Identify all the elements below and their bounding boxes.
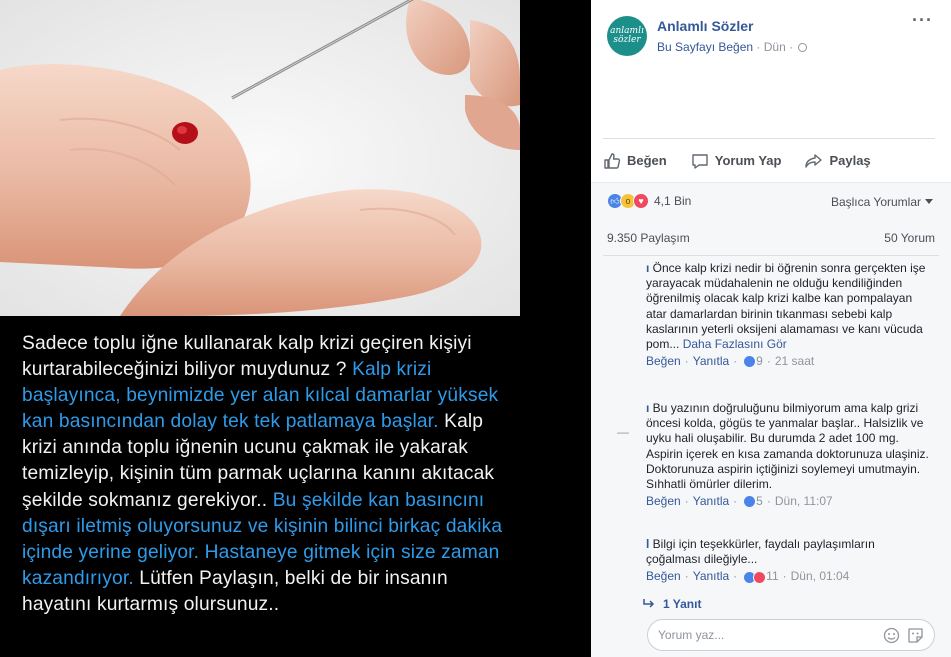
comment-reaction-count: 5 xyxy=(756,494,763,509)
page-name-link[interactable]: Anlamlı Sözler xyxy=(657,18,753,34)
comment-reply-link[interactable]: Yanıtla xyxy=(693,354,729,369)
comment-reaction-count: 11 xyxy=(766,569,779,584)
like-label: Beğen xyxy=(627,153,667,168)
view-replies-link[interactable]: 1 Yanıt xyxy=(643,597,701,611)
like-page-link[interactable]: Bu Sayfayı Beğen xyxy=(657,40,753,54)
globe-icon xyxy=(798,43,808,52)
comment-text: Bu yazının doğruluğunu bilmiyorum ama ka… xyxy=(646,401,929,492)
love-reaction-icon: ♥ xyxy=(633,193,649,209)
meta-separator: · xyxy=(756,40,764,54)
comment-text: Bilgi için teşekkürler, faydalı paylaşım… xyxy=(646,537,875,567)
thumbs-up-icon xyxy=(604,152,621,169)
comment-like-link[interactable]: Beğen xyxy=(646,569,681,584)
avatar-logo-line-2: sözler xyxy=(613,35,641,45)
comment-count-link[interactable]: 50 Yorum xyxy=(884,231,935,245)
share-button[interactable]: Paylaş xyxy=(805,152,871,170)
meta-separator: · xyxy=(684,354,689,369)
comment-time[interactable]: 21 saat xyxy=(775,354,814,369)
comment-meta: Beğen · Yanıtla · 5 · Dün, 11:07 xyxy=(646,494,931,509)
meta-separator: · xyxy=(766,354,771,369)
meta-separator: · xyxy=(733,569,738,584)
post-side-panel: anlamlı sözler Anlamlı Sözler Bu Sayfayı… xyxy=(591,0,951,657)
post-meta: Bu Sayfayı Beğen · Dün · xyxy=(657,40,808,54)
finger-needle-image xyxy=(0,0,520,316)
meta-separator: · xyxy=(684,569,689,584)
comment-item: l Bilgi için teşekkürler, faydalı paylaş… xyxy=(646,537,931,585)
share-count-link[interactable]: 9.350 Paylaşım xyxy=(607,231,690,245)
sticker-icon[interactable] xyxy=(907,627,924,644)
comment-body: ı Bu yazının doğruluğunu bilmiyorum ama … xyxy=(646,401,931,492)
comment-reactions[interactable] xyxy=(743,570,767,584)
comment-time[interactable]: Dün, 11:07 xyxy=(775,494,833,509)
replies-label: 1 Yanıt xyxy=(663,597,702,611)
like-reaction-icon xyxy=(743,355,757,369)
comment-body: l Bilgi için teşekkürler, faydalı paylaş… xyxy=(646,537,931,567)
comment-like-link[interactable]: Beğen xyxy=(646,494,681,509)
meta-separator: · xyxy=(684,494,689,509)
comment-reactions[interactable] xyxy=(743,495,757,509)
comment-sort-dropdown[interactable]: Başlıca Yorumlar xyxy=(831,195,933,209)
sort-label: Başlıca Yorumlar xyxy=(830,195,921,209)
reaction-count: 4,1 Bin xyxy=(654,194,692,208)
chevron-down-icon xyxy=(925,199,933,204)
comment-label: Yorum Yap xyxy=(714,153,782,168)
love-reaction-icon xyxy=(753,570,767,584)
reply-arrow-icon xyxy=(643,599,655,608)
comment-input[interactable] xyxy=(658,628,858,642)
comment-item: ı Önce kalp krizi nedir bi öğrenin sonra… xyxy=(646,261,931,369)
comment-item: ı Bu yazının doğruluğunu bilmiyorum ama … xyxy=(646,401,931,509)
comment-reactions[interactable] xyxy=(743,355,757,369)
comment-collapse-icon[interactable]: — xyxy=(617,425,629,439)
reaction-summary[interactable]: 👍︎ o ♥ 4,1 Bin xyxy=(607,193,691,209)
meta-separator: · xyxy=(766,494,771,509)
like-reaction-icon xyxy=(743,495,757,509)
comment-button[interactable]: Yorum Yap xyxy=(691,152,782,170)
post-timestamp[interactable]: Dün xyxy=(764,40,786,54)
comment-icon xyxy=(692,153,708,169)
comment-composer xyxy=(647,619,935,651)
comment-reaction-count: 9 xyxy=(756,354,763,369)
comment-meta: Beğen · Yanıtla · 9 · 21 saat xyxy=(646,354,931,369)
page-avatar[interactable]: anlamlı sözler xyxy=(607,16,647,56)
emoji-icon[interactable] xyxy=(883,627,900,644)
like-button[interactable]: Beğen xyxy=(603,152,667,170)
comment-body: ı Önce kalp krizi nedir bi öğrenin sonra… xyxy=(646,261,931,352)
post-actions: Beğen Yorum Yap Paylaş xyxy=(603,138,935,182)
meta-separator: · xyxy=(733,494,738,509)
comment-like-link[interactable]: Beğen xyxy=(646,354,681,369)
share-arrow-icon xyxy=(805,153,823,168)
see-more-link[interactable]: Daha Fazlasını Gör xyxy=(683,337,787,351)
comment-reply-link[interactable]: Yanıtla xyxy=(693,494,729,509)
comment-meta: Beğen · Yanıtla · 11 · Dün, 01:04 xyxy=(646,569,931,584)
comment-time[interactable]: Dün, 01:04 xyxy=(791,569,850,584)
meta-separator: · xyxy=(789,40,797,54)
meta-separator: · xyxy=(782,569,787,584)
comment-reply-link[interactable]: Yanıtla xyxy=(693,569,729,584)
share-label: Paylaş xyxy=(829,153,871,168)
post-media[interactable]: Sadece toplu iğne kullanarak kalp krizi … xyxy=(0,0,591,657)
divider xyxy=(603,255,939,256)
feedback-section: 👍︎ o ♥ 4,1 Bin Başlıca Yorumlar 9.350 Pa… xyxy=(591,182,951,657)
more-options-icon[interactable]: ··· xyxy=(912,10,933,31)
post-caption: Sadece toplu iğne kullanarak kalp krizi … xyxy=(22,331,522,618)
post-photo[interactable] xyxy=(0,0,520,316)
meta-separator: · xyxy=(733,354,738,369)
